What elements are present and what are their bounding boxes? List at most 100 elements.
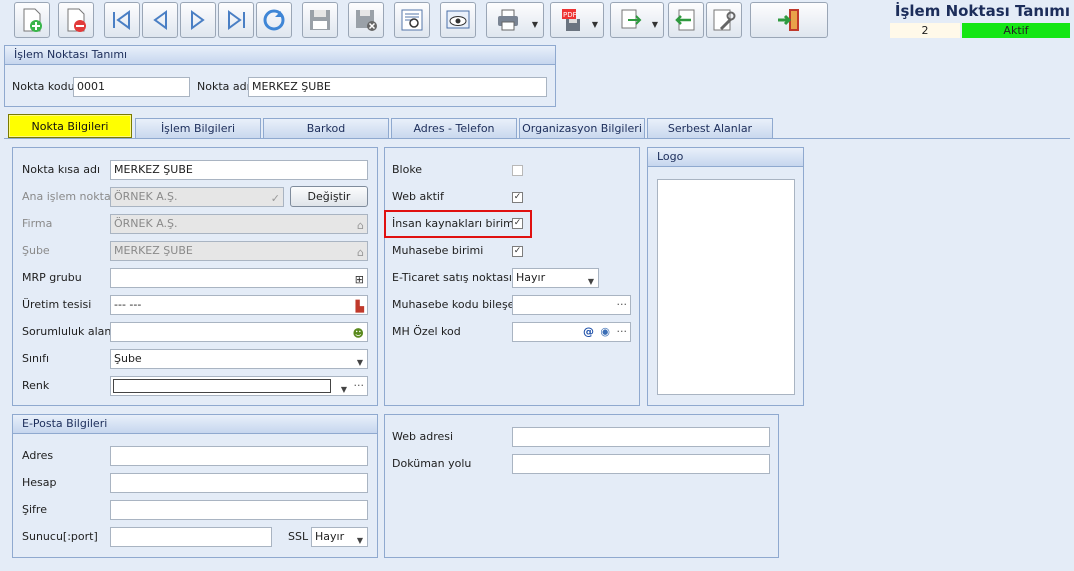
acc-code-label: Muhasebe kodu bileşeni [392,298,525,311]
color-picker[interactable]: ▼ ··· [110,376,368,396]
chevron-down-icon[interactable]: ▼ [357,354,363,368]
factory-icon[interactable]: ▙ [356,298,364,314]
company-value: ÖRNEK A.Ş. [114,217,178,230]
back-icon [675,9,695,31]
tab-organizasyon-bilgileri[interactable]: Organizasyon Bilgileri [519,118,645,138]
web-address-label: Web adresi [392,430,454,443]
responsibility-input[interactable]: ☻ [110,322,368,342]
preview-icon [401,9,423,31]
name-label: Nokta adı [197,80,250,93]
svg-text:PDF: PDF [563,11,577,19]
email-server-label: Sunucu[:port] [22,530,98,543]
web-active-checkbox[interactable]: ✓ [512,192,523,203]
tab-serbest-alanlar[interactable]: Serbest Alanlar [647,118,773,138]
last-record-button[interactable] [218,2,254,38]
next-icon [191,10,205,30]
status-badge: Aktif [962,23,1070,38]
export-dropdown-arrow-icon[interactable]: ▼ [652,20,658,29]
main-point-value: ÖRNEK A.Ş. [114,190,178,203]
view-button[interactable] [440,2,476,38]
facility-input[interactable]: --- --- ▙ [110,295,368,315]
save-button[interactable] [302,2,338,38]
print-dropdown-arrow-icon[interactable]: ▼ [532,20,538,29]
ecommerce-select[interactable]: Hayır ▼ [512,268,599,288]
change-button[interactable]: Değiştir [290,186,368,207]
ellipsis-icon[interactable]: ··· [617,296,628,314]
save-icon [310,10,330,30]
acc-code-input[interactable]: ··· [512,295,631,315]
wrench-icon [713,9,736,31]
ssl-select[interactable]: Hayır ▼ [311,527,368,547]
class-label: Sınıfı [22,352,49,365]
tab-islem-bilgileri[interactable]: İşlem Bilgileri [135,118,261,138]
new-record-button[interactable] [14,2,50,38]
ssl-label: SSL [288,530,309,543]
tree-icon[interactable]: ⊞ [355,271,364,287]
tab-barkod[interactable]: Barkod [263,118,389,138]
tools-button[interactable] [706,2,742,38]
eye-icon [446,10,470,29]
email-account-input[interactable] [110,473,368,493]
refresh-icon [263,9,285,31]
print-button[interactable]: ▼ [486,2,544,38]
mrp-input[interactable]: ⊞ [110,268,368,288]
name-input[interactable]: MERKEZ ŞUBE [248,77,547,97]
pdf-export-button[interactable]: PDF ▼ [550,2,604,38]
tab-nokta-bilgileri[interactable]: Nokta Bilgileri [8,114,132,138]
email-address-input[interactable] [110,446,368,466]
company-input: ÖRNEK A.Ş. ⌂ [110,214,368,234]
hr-unit-label: İnsan kaynakları birimi [392,217,517,230]
at-sign-icon[interactable]: @ [583,323,594,341]
export-button[interactable]: ▼ [610,2,664,38]
ecommerce-label: E-Ticaret satış noktası [392,271,512,284]
new-document-icon [23,8,42,32]
logo-image-box[interactable] [657,179,795,395]
bank-icon: ⌂ [357,246,364,259]
export-icon [621,9,642,29]
ellipsis-icon[interactable]: ··· [354,377,365,395]
refresh-button[interactable] [256,2,292,38]
facility-label: Üretim tesisi [22,298,92,311]
exit-button[interactable] [750,2,828,38]
record-number: 2 [890,23,960,38]
chevron-down-icon[interactable]: ▼ [341,381,347,395]
pdf-dropdown-arrow-icon[interactable]: ▼ [592,20,598,29]
previous-record-button[interactable] [142,2,178,38]
people-icon[interactable]: ☻ [353,325,364,341]
mh-code-input[interactable]: @ ◉ ··· [512,322,631,342]
chevron-down-icon[interactable]: ▼ [588,273,594,287]
bank-icon: ⌂ [357,219,364,232]
accounting-unit-checkbox[interactable]: ✓ [512,246,523,257]
hr-unit-checkbox[interactable]: ✓ [512,218,523,229]
preview-button[interactable] [394,2,430,38]
doc-path-input[interactable] [512,454,770,474]
responsibility-label: Sorumluluk alanı [22,325,115,338]
eye-icon[interactable]: ◉ [600,323,610,341]
ellipsis-icon[interactable]: ··· [617,323,628,341]
printer-icon [498,9,518,31]
accounting-unit-label: Muhasebe birimi [392,244,484,257]
email-server-input[interactable] [110,527,272,547]
first-record-button[interactable] [104,2,140,38]
mrp-label: MRP grubu [22,271,82,284]
email-panel-title: E-Posta Bilgileri [13,415,377,434]
save-and-close-button[interactable] [348,2,384,38]
block-label: Bloke [392,163,423,176]
code-input[interactable]: 0001 [73,77,190,97]
class-select[interactable]: Şube ▼ [110,349,368,369]
chevron-down-icon[interactable]: ▼ [357,532,363,546]
mh-code-label: MH Özel kod [392,325,461,338]
short-name-input[interactable]: MERKEZ ŞUBE [110,160,368,180]
branch-input: MERKEZ ŞUBE ⌂ [110,241,368,261]
web-active-label: Web aktif [392,190,444,203]
delete-record-button[interactable] [58,2,94,38]
tab-adres-telefon[interactable]: Adres - Telefon [391,118,517,138]
delete-document-icon [67,8,86,32]
main-point-input: ÖRNEK A.Ş. ✓ [110,187,284,207]
block-checkbox[interactable] [512,165,523,176]
next-record-button[interactable] [180,2,216,38]
email-password-input[interactable] [110,500,368,520]
web-address-input[interactable] [512,427,770,447]
definition-panel-title: İşlem Noktası Tanımı [5,46,555,65]
back-button[interactable] [668,2,704,38]
